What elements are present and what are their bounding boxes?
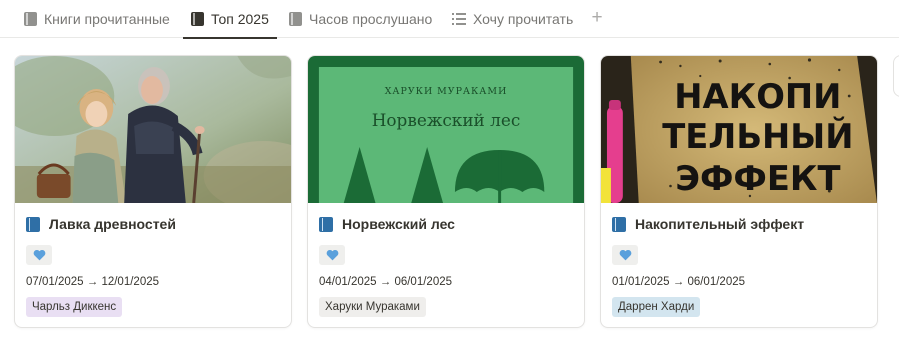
tab-label: Топ 2025 [211,11,269,27]
card-title-row: Норвежский лес [319,216,455,232]
view-tabs: Книги прочитанные Топ 2025 Часов прослуш… [0,0,899,39]
favorite-tag [612,245,638,265]
gallery-card[interactable]: ХАРУКИ МУРАКАМИ Норвежский лес Норвежски… [307,55,585,328]
card-title: Лавка древностей [49,216,176,232]
date-range: 04/01/2025 → 06/01/2025 [319,276,453,288]
tab-top-2025[interactable]: Топ 2025 [183,0,277,39]
book-cover-image [15,56,291,203]
author-tag: Чарльз Диккенс [26,297,123,317]
book-icon [612,216,626,232]
cover-author: ХАРУКИ МУРАКАМИ [385,86,508,97]
favorite-tag [26,245,52,265]
book-icon [191,12,204,26]
gallery-card-partial[interactable] [893,55,899,97]
gallery-card[interactable]: Лавка древностей 07/01/2025 → 12/01/2025… [14,55,292,328]
card-title: Накопительный эффект [635,216,805,232]
card-title-row: Накопительный эффект [612,216,804,232]
cover-line-2: ТЕЛЬНЫЙ [662,116,853,156]
cover-line-1: НАКОПИ [674,77,841,116]
tab-books-read[interactable]: Книги прочитанные [24,0,170,38]
tab-hours-listened[interactable]: Часов прослушано [289,0,432,38]
book-icon [319,216,333,232]
heart-icon [33,249,45,261]
heart-icon [326,249,338,261]
list-icon [452,13,466,25]
plus-icon[interactable]: + [589,8,605,27]
favorite-tag [319,245,345,265]
tab-label: Книги прочитанные [44,11,170,27]
book-icon [26,216,40,232]
cover-line-3: ЭФФЕКТ [675,159,840,198]
book-cover-image: НАКОПИ ТЕЛЬНЫЙ ЭФФЕКТ [601,56,877,203]
tab-label: Хочу прочитать [473,11,574,27]
book-cover-image: ХАРУКИ МУРАКАМИ Норвежский лес [308,56,584,203]
cover-title: Норвежский лес [372,110,521,130]
card-title: Норвежский лес [342,216,455,232]
heart-icon [619,249,631,261]
gallery-card[interactable]: НАКОПИ ТЕЛЬНЫЙ ЭФФЕКТ Накопительный эффе… [600,55,878,328]
author-tag: Даррен Харди [612,297,701,317]
author-tag: Харуки Мураками [319,297,426,317]
date-range: 01/01/2025 → 06/01/2025 [612,276,746,288]
card-title-row: Лавка древностей [26,216,176,232]
date-range: 07/01/2025 → 12/01/2025 [26,276,160,288]
book-icon [289,12,302,26]
book-icon [24,12,37,26]
tab-label: Часов прослушано [309,11,433,27]
tab-want-to-read[interactable]: Хочу прочитать [452,0,573,38]
